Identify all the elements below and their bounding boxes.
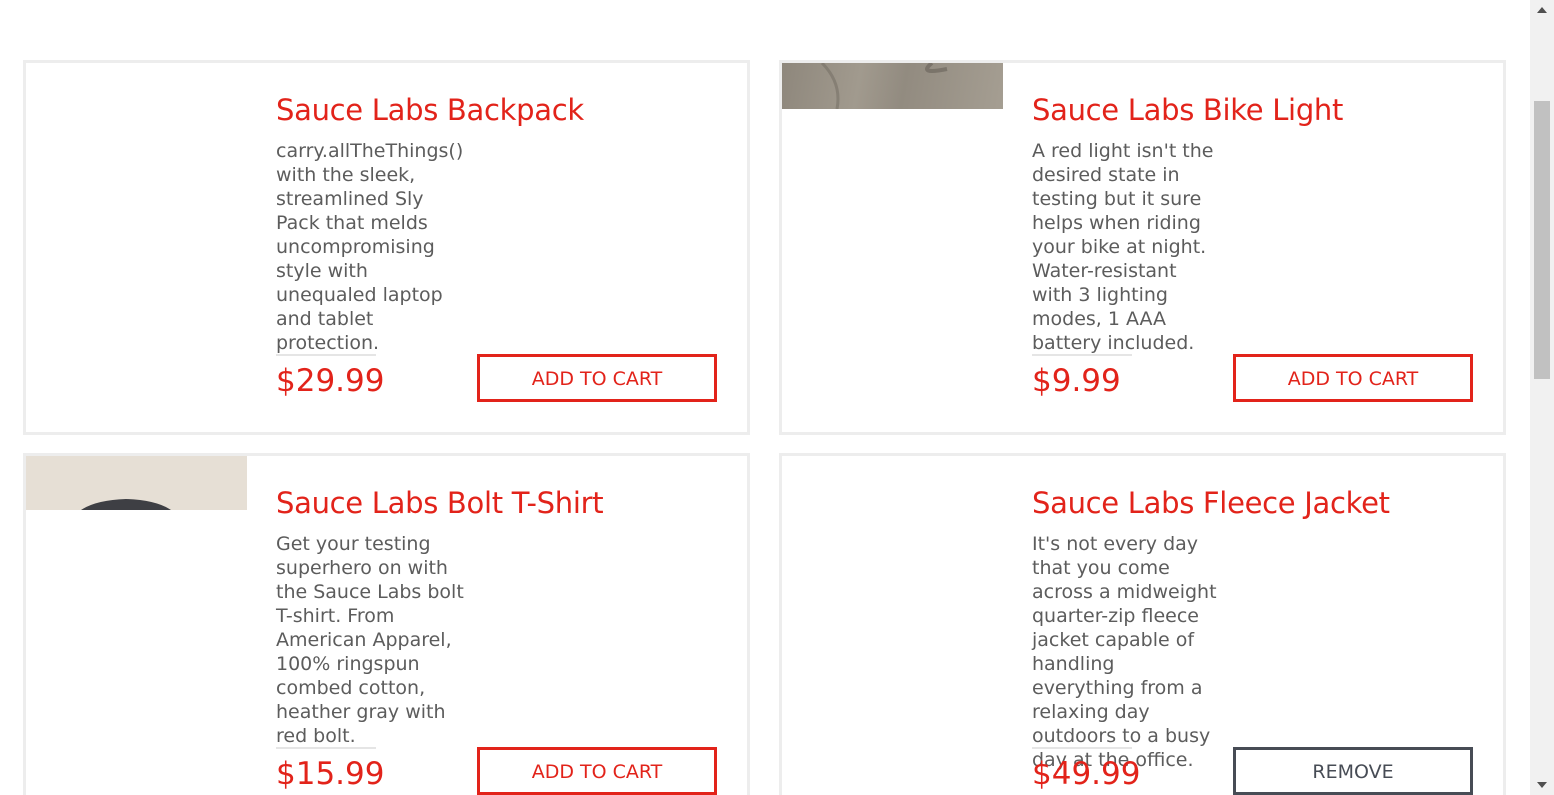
inventory-item-fleece-jacket: Sauce Labs Fleece Jacket It's not every … bbox=[779, 453, 1506, 795]
inventory-page: Sauce Labs Backpack carry.allTheThings()… bbox=[0, 0, 1554, 795]
description-divider bbox=[276, 354, 376, 356]
inventory-item-bike-light: Sauce Labs Bike Light A red light isn't … bbox=[779, 60, 1506, 435]
product-price-fleece-jacket: $49.99 bbox=[1032, 756, 1141, 792]
product-image-fleece-jacket[interactable] bbox=[782, 456, 1003, 501]
inventory-item-bolt-tshirt: Sauce Labs Bolt T-Shirt Get your testing… bbox=[23, 453, 750, 795]
add-to-cart-button-bolt-tshirt[interactable]: ADD TO CART bbox=[477, 747, 717, 795]
product-description-bolt-tshirt: Get your testing superhero on with the S… bbox=[276, 533, 464, 747]
product-name-bike-light[interactable]: Sauce Labs Bike Light bbox=[1032, 93, 1343, 127]
add-to-cart-button-backpack[interactable]: ADD TO CART bbox=[477, 354, 717, 402]
inventory-item-backpack: Sauce Labs Backpack carry.allTheThings()… bbox=[23, 60, 750, 435]
product-price-backpack: $29.99 bbox=[276, 363, 385, 399]
description-divider bbox=[1032, 747, 1132, 749]
description-divider bbox=[1032, 354, 1132, 356]
product-image-backpack[interactable] bbox=[26, 63, 247, 108]
bike-light-photo-icon bbox=[820, 63, 948, 109]
scroll-up-arrow-icon[interactable] bbox=[1530, 0, 1554, 20]
remove-button-fleece-jacket[interactable]: REMOVE bbox=[1233, 747, 1473, 795]
product-name-bolt-tshirt[interactable]: Sauce Labs Bolt T-Shirt bbox=[276, 486, 604, 520]
product-image-bolt-tshirt[interactable] bbox=[26, 456, 247, 510]
product-name-fleece-jacket[interactable]: Sauce Labs Fleece Jacket bbox=[1032, 486, 1390, 520]
scroll-down-arrow-icon[interactable] bbox=[1530, 775, 1554, 795]
tshirt-photo-icon bbox=[81, 499, 171, 510]
product-description-bike-light: A red light isn't the desired state in t… bbox=[1032, 140, 1214, 354]
product-price-bike-light: $9.99 bbox=[1032, 363, 1121, 399]
add-to-cart-button-bike-light[interactable]: ADD TO CART bbox=[1233, 354, 1473, 402]
page-scrollbar[interactable] bbox=[1530, 0, 1554, 795]
product-name-backpack[interactable]: Sauce Labs Backpack bbox=[276, 93, 584, 127]
product-description-backpack: carry.allTheThings() with the sleek, str… bbox=[276, 140, 464, 354]
scrollbar-thumb[interactable] bbox=[1534, 101, 1550, 379]
product-price-bolt-tshirt: $15.99 bbox=[276, 756, 385, 792]
product-description-fleece-jacket: It's not every day that you come across … bbox=[1032, 533, 1217, 771]
description-divider bbox=[276, 747, 376, 749]
product-image-bike-light[interactable] bbox=[782, 63, 1003, 109]
